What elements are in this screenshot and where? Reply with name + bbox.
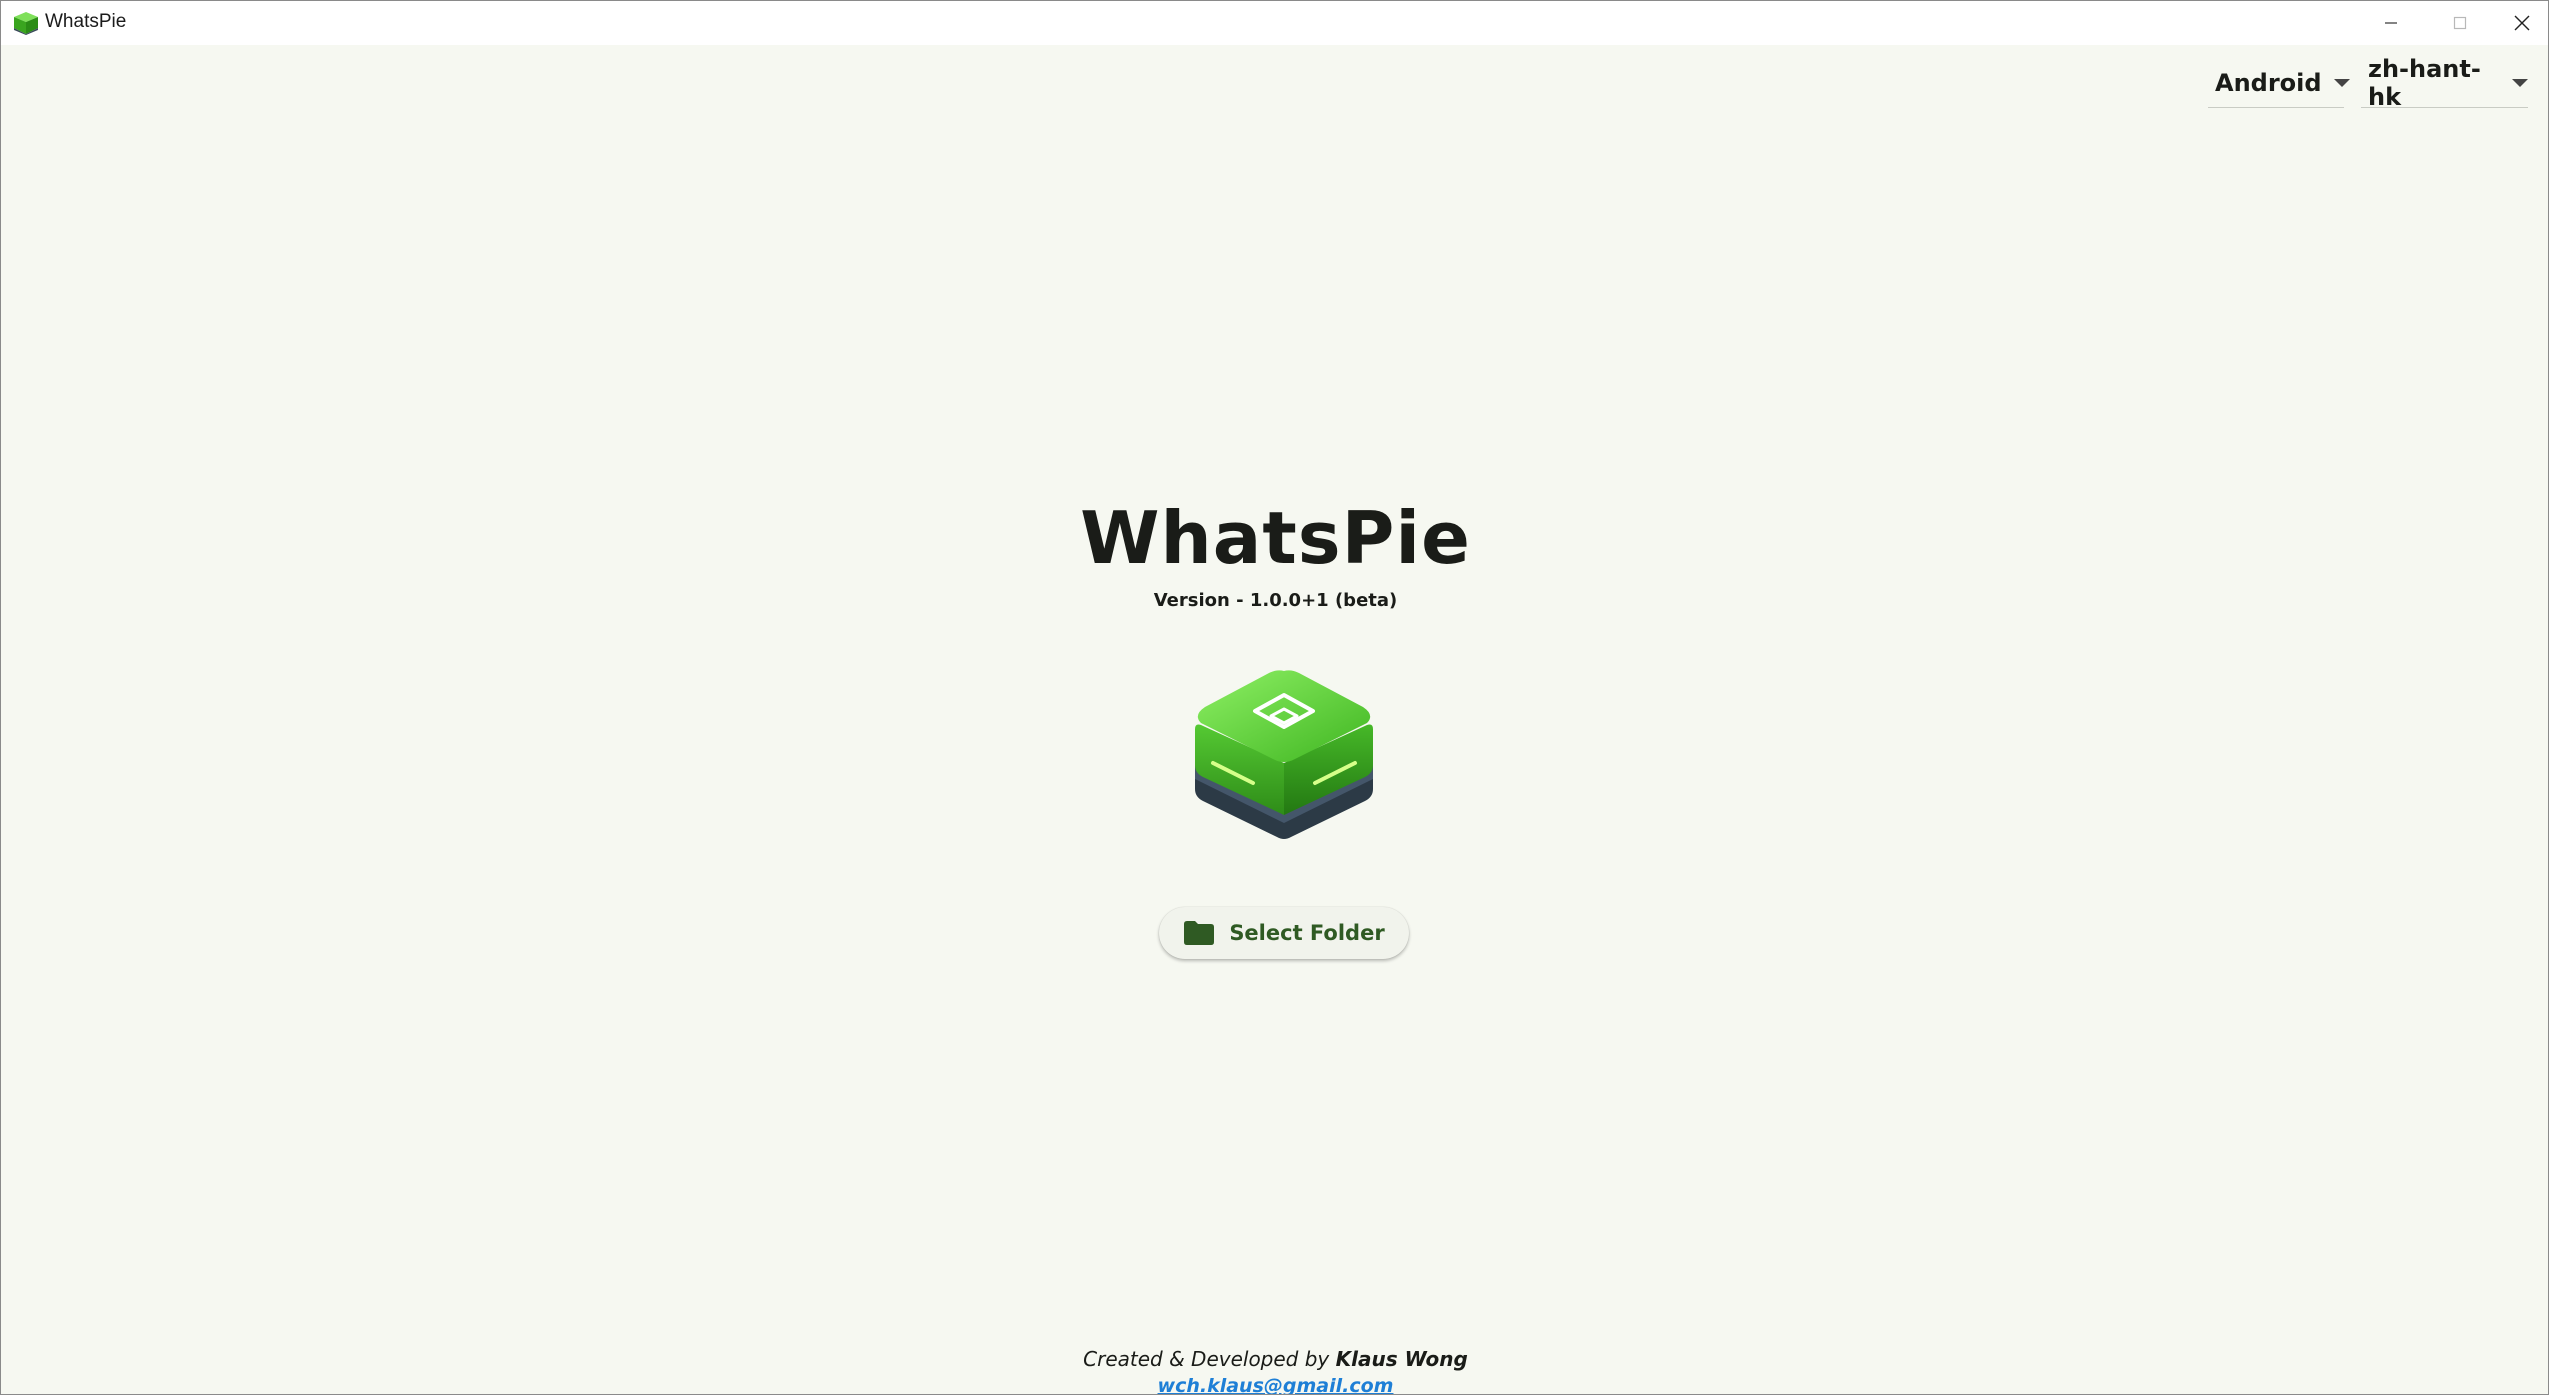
platform-dropdown-value: Android [2215, 69, 2322, 97]
credit-line: Created & Developed by Klaus Wong [1, 1347, 2548, 1371]
select-folder-button[interactable]: Select Folder [1159, 907, 1409, 959]
minimize-icon [2385, 22, 2397, 24]
credit-prefix: Created & Developed by [1083, 1347, 1330, 1371]
version-label: Version - 1.0.0+1 (beta) [1153, 590, 1398, 611]
chevron-down-icon [2333, 79, 2350, 87]
language-dropdown-value: zh-hant-hk [2368, 55, 2481, 111]
language-dropdown[interactable]: zh-hant-hk [2361, 55, 2528, 111]
chevron-down-icon [2512, 79, 2528, 87]
app-cube-icon [14, 12, 38, 35]
maximize-icon [2453, 16, 2467, 30]
title-bar: WhatsPie [1, 1, 2548, 45]
folder-icon [1184, 921, 1215, 945]
window-title: WhatsPie [45, 11, 127, 32]
minimize-button[interactable] [2357, 1, 2425, 45]
close-button[interactable] [2495, 1, 2548, 45]
app-window: WhatsPie Android zh-hant-hk WhatsPie Ver… [0, 0, 2549, 1395]
green-cube-logo [1195, 670, 1373, 839]
platform-dropdown[interactable]: Android [2208, 59, 2350, 108]
app-title: WhatsPie [1080, 496, 1471, 580]
author-name: Klaus Wong [1335, 1347, 1468, 1371]
close-icon [2514, 15, 2529, 31]
email-link[interactable]: wch.klaus@gmail.com [1, 1375, 2548, 1394]
maximize-button[interactable] [2426, 1, 2494, 45]
select-folder-label: Select Folder [1229, 921, 1385, 945]
